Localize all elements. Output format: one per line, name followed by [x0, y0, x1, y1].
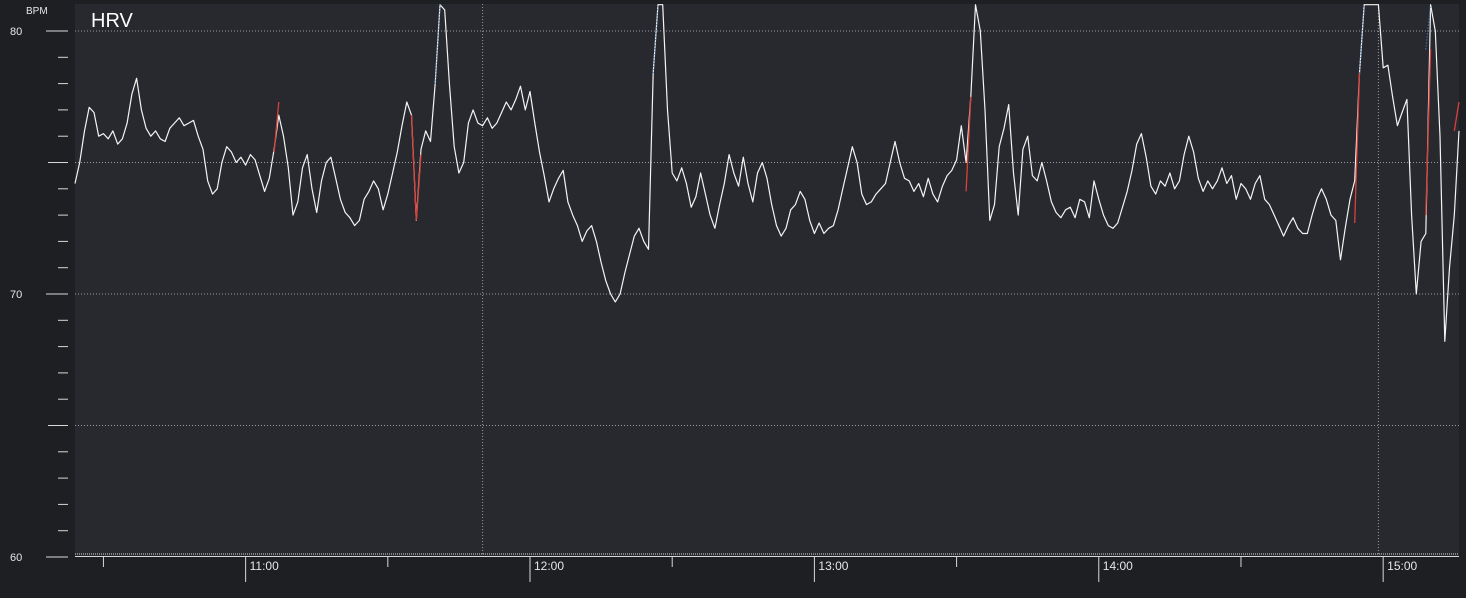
plot-area: [75, 4, 1459, 557]
x-tick-label: 12:00: [534, 559, 564, 573]
hrv-chart: 60 70 80 11:00 12:00 13:00 14:00 15:00 HRV BPM: [0, 0, 1466, 598]
y-tick-label: 80: [10, 26, 22, 38]
y-tick-label: 60: [10, 552, 22, 564]
chart-title: HRV: [91, 10, 134, 32]
x-tick-label: 15:00: [1387, 559, 1417, 573]
x-tick-label: 11:00: [250, 559, 279, 573]
y-tick-label: 70: [10, 289, 22, 301]
y-axis-label: BPM: [26, 6, 48, 17]
x-tick-label: 14:00: [1103, 559, 1133, 573]
x-tick-label: 13:00: [818, 559, 848, 573]
